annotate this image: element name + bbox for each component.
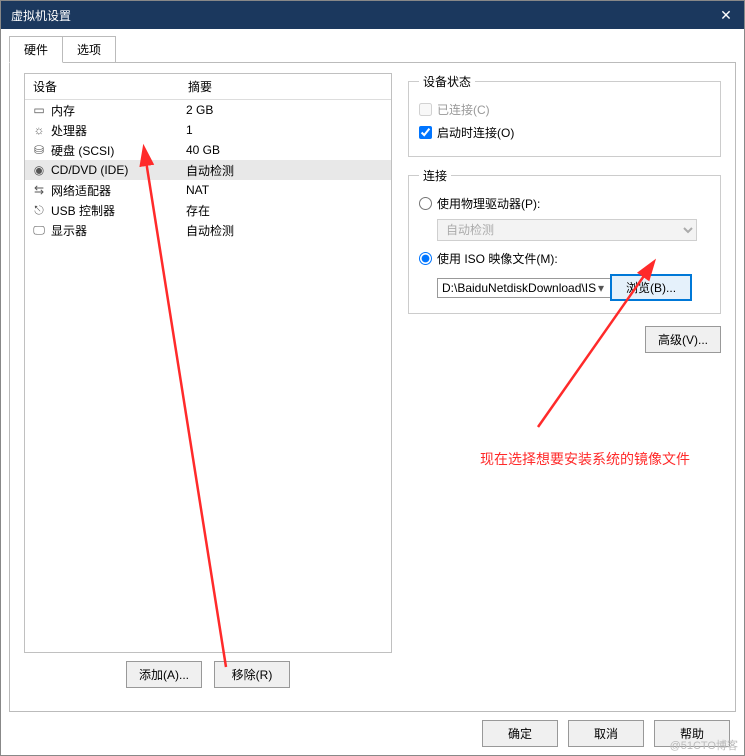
connection-legend: 连接: [419, 167, 451, 184]
right-panel: 设备状态 已连接(C) 启动时连接(O) 连接 使用物理驱动器(P): 自动检测: [408, 73, 721, 701]
remove-button[interactable]: 移除(R): [214, 661, 290, 688]
row-cddvd[interactable]: ◉ CD/DVD (IDE) 自动检测: [25, 160, 391, 180]
row-network[interactable]: ⇆ 网络适配器 NAT: [25, 180, 391, 200]
physical-drive-row[interactable]: 使用物理驱动器(P):: [419, 192, 710, 215]
advanced-row: 高级(V)...: [408, 326, 721, 353]
physical-drive-label: 使用物理驱动器(P):: [437, 195, 540, 212]
iso-radio[interactable]: [419, 252, 432, 265]
device-status-group: 设备状态 已连接(C) 启动时连接(O): [408, 73, 721, 157]
disk-icon: ⛁: [31, 142, 47, 158]
disc-icon: ◉: [31, 162, 47, 178]
row-label: 处理器: [51, 122, 186, 139]
cpu-icon: ☼: [31, 122, 47, 138]
row-summary: 40 GB: [186, 143, 391, 157]
row-label: 内存: [51, 102, 186, 119]
left-panel: 设备 摘要 ▭ 内存 2 GB ☼ 处理器 1 ⛁ 硬盘 (SCSI) 40 G…: [24, 73, 392, 701]
close-icon[interactable]: ✕: [716, 5, 736, 25]
physical-drive-select: 自动检测: [437, 219, 697, 241]
row-disk[interactable]: ⛁ 硬盘 (SCSI) 40 GB: [25, 140, 391, 160]
list-header: 设备 摘要: [25, 74, 391, 100]
titlebar: 虚拟机设置 ✕: [1, 1, 744, 29]
tab-options[interactable]: 选项: [62, 36, 116, 63]
header-summary: 摘要: [188, 78, 391, 95]
physical-drive-radio[interactable]: [419, 197, 432, 210]
tab-hardware[interactable]: 硬件: [9, 36, 63, 63]
browse-button[interactable]: 浏览(B)...: [610, 274, 692, 301]
left-button-row: 添加(A)... 移除(R): [24, 661, 392, 688]
row-label: CD/DVD (IDE): [51, 163, 186, 177]
header-device: 设备: [33, 78, 188, 95]
advanced-button[interactable]: 高级(V)...: [645, 326, 721, 353]
add-button[interactable]: 添加(A)...: [126, 661, 202, 688]
display-icon: 🖵: [31, 222, 47, 238]
iso-row[interactable]: 使用 ISO 映像文件(M):: [419, 247, 710, 270]
device-list: 设备 摘要 ▭ 内存 2 GB ☼ 处理器 1 ⛁ 硬盘 (SCSI) 40 G…: [24, 73, 392, 653]
tab-strip: 硬件 选项: [9, 35, 736, 62]
row-usb[interactable]: ⎋ USB 控制器 存在: [25, 200, 391, 220]
row-summary: 2 GB: [186, 103, 391, 117]
connected-checkbox: [419, 103, 432, 116]
connected-checkbox-row: 已连接(C): [419, 98, 710, 121]
row-cpu[interactable]: ☼ 处理器 1: [25, 120, 391, 140]
connect-poweron-label: 启动时连接(O): [437, 124, 514, 141]
iso-path-row: ▾ 浏览(B)...: [437, 274, 710, 301]
row-summary: 自动检测: [186, 162, 391, 179]
usb-icon: ⎋: [31, 202, 47, 218]
row-summary: 存在: [186, 202, 391, 219]
row-label: 网络适配器: [51, 182, 186, 199]
row-summary: 1: [186, 123, 391, 137]
row-memory[interactable]: ▭ 内存 2 GB: [25, 100, 391, 120]
row-summary: NAT: [186, 183, 391, 197]
vm-settings-window: 虚拟机设置 ✕ 硬件 选项 设备 摘要 ▭ 内存 2 GB ☼ 处理器: [0, 0, 745, 756]
connection-group: 连接 使用物理驱动器(P): 自动检测 使用 ISO 映像文件(M): ▾ 浏览…: [408, 167, 721, 314]
connect-poweron-row[interactable]: 启动时连接(O): [419, 121, 710, 144]
row-display[interactable]: 🖵 显示器 自动检测: [25, 220, 391, 240]
dialog-buttons: 确定 取消 帮助: [482, 720, 730, 747]
content: 设备 摘要 ▭ 内存 2 GB ☼ 处理器 1 ⛁ 硬盘 (SCSI) 40 G…: [9, 62, 736, 712]
chevron-down-icon[interactable]: ▾: [598, 281, 604, 295]
iso-path-input[interactable]: [437, 278, 612, 298]
ok-button[interactable]: 确定: [482, 720, 558, 747]
cancel-button[interactable]: 取消: [568, 720, 644, 747]
connected-label: 已连接(C): [437, 101, 490, 118]
row-label: 硬盘 (SCSI): [51, 142, 186, 159]
device-status-legend: 设备状态: [419, 73, 475, 90]
window-title: 虚拟机设置: [11, 7, 71, 24]
row-label: 显示器: [51, 222, 186, 239]
iso-label: 使用 ISO 映像文件(M):: [437, 250, 558, 267]
row-summary: 自动检测: [186, 222, 391, 239]
row-label: USB 控制器: [51, 202, 186, 219]
memory-icon: ▭: [31, 102, 47, 118]
network-icon: ⇆: [31, 182, 47, 198]
connect-poweron-checkbox[interactable]: [419, 126, 432, 139]
help-button[interactable]: 帮助: [654, 720, 730, 747]
